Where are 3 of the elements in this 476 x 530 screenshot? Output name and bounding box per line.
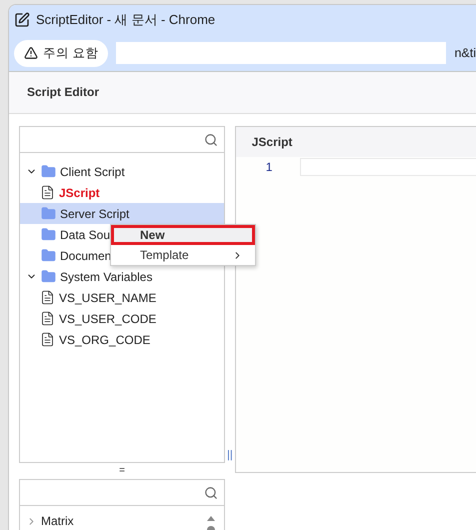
- line-number: 1: [264, 160, 274, 174]
- window-title: ScriptEditor - 새 문서 - Chrome: [36, 11, 216, 30]
- app-title: Script Editor: [9, 72, 476, 114]
